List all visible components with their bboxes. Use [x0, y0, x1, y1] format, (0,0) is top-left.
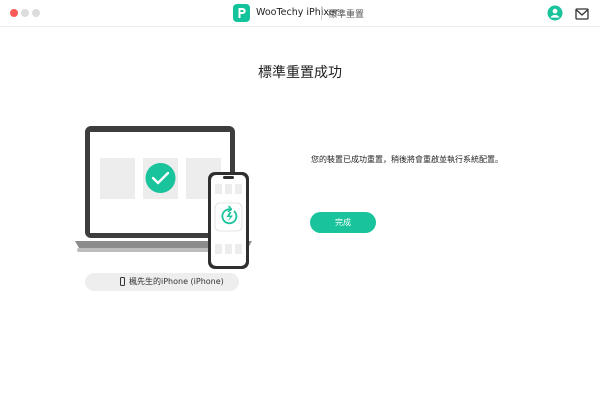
mail-icon[interactable]: [575, 6, 589, 20]
app-logo-icon: [233, 4, 250, 22]
device-name-pill: 楓先生的iPhone (iPhone): [85, 273, 239, 291]
window-minimize-button[interactable]: [21, 9, 29, 17]
iphone-icon: [208, 172, 249, 269]
mode-label: 標準重置: [328, 10, 365, 20]
success-message: 您的裝置已成功重置，稍後將會重啟並執行系統配置。: [311, 155, 503, 164]
device-illustration: [72, 122, 262, 274]
window-maximize-button[interactable]: [32, 9, 40, 17]
iphone-icon: [120, 277, 125, 286]
window-close-button[interactable]: [10, 9, 18, 17]
title-bar: WooTechy iPhixer 標準重置: [0, 0, 600, 27]
user-account-icon[interactable]: [547, 5, 563, 21]
done-button[interactable]: 完成: [310, 212, 376, 233]
page-title: 標準重置成功: [258, 65, 342, 81]
app-name: WooTechy iPhixer: [256, 7, 339, 18]
success-checkmark-icon: [145, 163, 176, 193]
title-separator: [321, 6, 322, 20]
device-name: 楓先生的iPhone (iPhone): [129, 277, 224, 286]
